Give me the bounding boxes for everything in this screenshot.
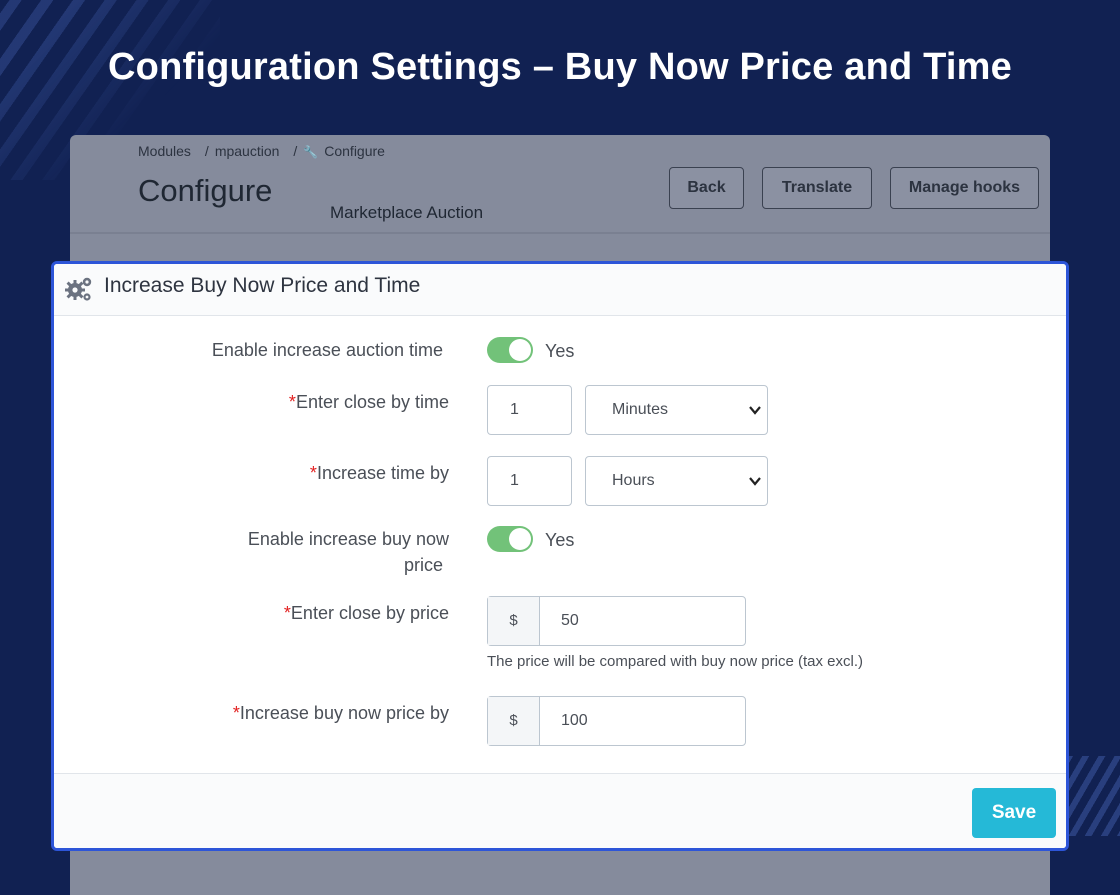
back-button[interactable]: Back	[669, 167, 744, 209]
enable-buy-now-price-value: Yes	[545, 530, 575, 550]
increase-time-input[interactable]: 1	[487, 456, 572, 506]
toggle-knob	[509, 528, 531, 550]
increase-price-input[interactable]: 100	[561, 697, 588, 745]
close-by-price-help-text: The price will be compared with buy now …	[487, 653, 863, 670]
breadcrumb-mpauction[interactable]: mpauction	[215, 143, 280, 159]
wrench-icon: 🔧	[303, 145, 319, 159]
card-footer: Save	[54, 773, 1066, 848]
increase-price-label: *Increase buy now price by	[232, 703, 449, 723]
close-by-price-input-group[interactable]: $ 50	[487, 596, 746, 646]
enable-auction-time-toggle[interactable]	[487, 337, 533, 363]
toggle-knob	[509, 339, 531, 361]
close-by-price-label: *Enter close by price	[283, 603, 449, 623]
breadcrumb-modules[interactable]: Modules	[138, 143, 191, 159]
enable-auction-time-label: Enable increase auction time	[211, 340, 443, 360]
settings-card: Increase Buy Now Price and Time Enable i…	[51, 261, 1069, 851]
enable-buy-now-price-toggle[interactable]	[487, 526, 533, 552]
close-by-time-unit-select[interactable]: Minutes	[585, 385, 768, 435]
chevron-down-icon	[749, 406, 761, 415]
increase-time-unit-select[interactable]: Hours	[585, 456, 768, 506]
page-title: Configure	[138, 173, 273, 208]
enable-auction-time-value: Yes	[545, 341, 575, 361]
card-header: Increase Buy Now Price and Time	[54, 264, 1066, 316]
close-by-price-input[interactable]: 50	[561, 597, 579, 645]
admin-page-header: Modules / mpauction / 🔧 Configure Configure M…	[70, 135, 1050, 234]
increase-price-input-group[interactable]: $ 100	[487, 696, 746, 746]
breadcrumb-configure: Configure	[324, 143, 385, 159]
hero-title: Configuration Settings – Buy Now Price a…	[108, 46, 1012, 88]
gears-icon	[65, 277, 92, 301]
card-title: Increase Buy Now Price and Time	[104, 274, 421, 297]
manage-hooks-button[interactable]: Manage hooks	[890, 167, 1039, 209]
page-subtitle: Marketplace Auction	[330, 203, 484, 222]
breadcrumb: Modules / mpauction / 🔧 Configure	[138, 143, 385, 159]
chevron-down-icon	[749, 477, 761, 486]
enable-buy-now-price-label: Enable increase buy now price	[247, 529, 449, 575]
close-by-time-label: *Enter close by time	[288, 392, 449, 412]
close-by-time-input[interactable]: 1	[487, 385, 572, 435]
currency-addon: $	[488, 597, 540, 645]
translate-button[interactable]: Translate	[762, 167, 872, 209]
save-button[interactable]: Save	[972, 788, 1056, 838]
increase-time-label: *Increase time by	[309, 463, 449, 483]
currency-addon: $	[488, 697, 540, 745]
